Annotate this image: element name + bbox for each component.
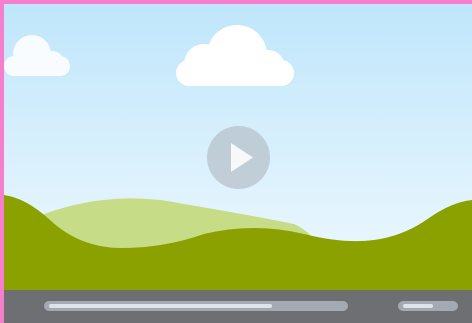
video-player bbox=[0, 0, 472, 323]
control-bar bbox=[4, 290, 472, 323]
seek-bar[interactable] bbox=[44, 301, 348, 311]
volume-slider[interactable] bbox=[398, 301, 458, 311]
play-icon bbox=[231, 143, 253, 172]
volume-slider-level bbox=[403, 304, 433, 308]
seek-bar-progress bbox=[49, 304, 272, 308]
video-viewport[interactable] bbox=[4, 4, 472, 290]
play-button[interactable] bbox=[207, 126, 270, 189]
